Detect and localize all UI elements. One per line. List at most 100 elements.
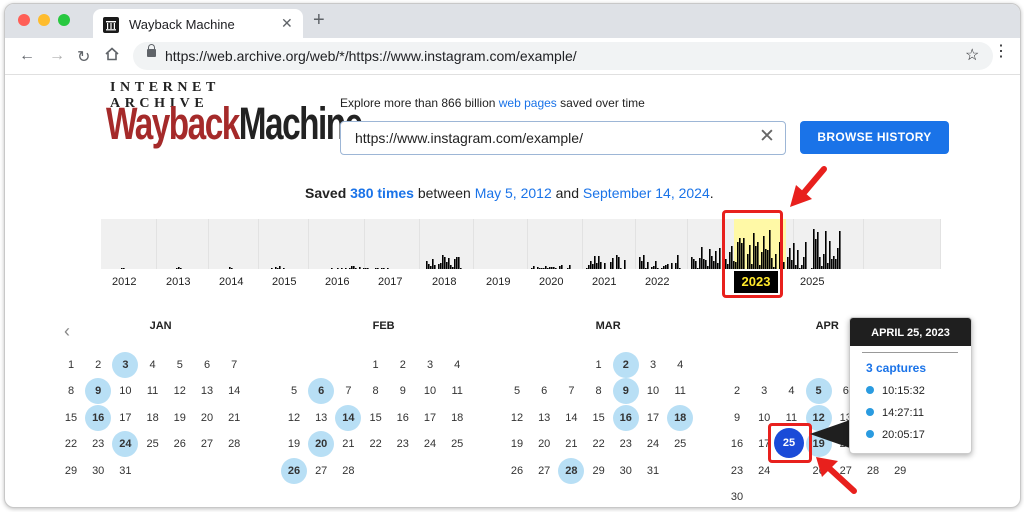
histogram-bar	[789, 248, 791, 269]
histogram-divider	[308, 219, 309, 269]
year-label-2012[interactable]: 2012	[112, 276, 136, 288]
histogram-bar	[693, 259, 695, 269]
calendar-day: 2	[399, 359, 406, 371]
histogram-bar	[801, 265, 803, 269]
reload-icon[interactable]: ↻	[77, 47, 90, 67]
year-label-2014[interactable]: 2014	[219, 276, 243, 288]
forward-icon[interactable]: →	[49, 47, 65, 65]
year-label-2025[interactable]: 2025	[800, 276, 824, 288]
bookmark-star-icon[interactable]: ☆	[965, 45, 979, 65]
histogram-bar	[598, 256, 600, 269]
popup-date: APRIL 25, 2023	[850, 318, 971, 346]
calendar-day: 19	[173, 411, 186, 424]
histogram-bar	[275, 267, 277, 269]
calendar-day: 1	[67, 359, 75, 371]
year-label-2022[interactable]: 2022	[645, 276, 669, 288]
calendar-day-capture[interactable]: 16	[612, 404, 639, 431]
capture-time-link[interactable]: 14:27:11	[866, 407, 924, 419]
calendar-day: 28	[228, 438, 241, 451]
calendar-day-capture[interactable]: 18	[667, 404, 694, 431]
year-label-2018[interactable]: 2018	[432, 276, 456, 288]
year-label-2019[interactable]: 2019	[486, 276, 510, 288]
web-pages-link[interactable]: web pages	[499, 96, 557, 110]
maximize-window-icon[interactable]	[58, 14, 70, 26]
histogram-bar	[799, 268, 801, 269]
calendar-day: 23	[619, 438, 632, 451]
first-capture-link[interactable]: May 5, 2012	[475, 185, 552, 201]
wayback-logo[interactable]: INTERNET ARCHIVE WaybackMachine	[106, 80, 363, 154]
histogram-bar	[359, 267, 361, 269]
year-label-2021[interactable]: 2021	[592, 276, 616, 288]
calendar-day: 19	[287, 438, 301, 451]
histogram-bar	[452, 267, 454, 269]
selected-day-apr-25[interactable]: 25	[774, 428, 804, 458]
calendar-day: 5	[176, 359, 183, 371]
calendar-day-capture[interactable]: 5	[805, 378, 832, 405]
histogram-bar	[446, 262, 448, 269]
year-label-2020[interactable]: 2020	[539, 276, 563, 288]
histogram-bar	[675, 263, 677, 269]
histogram-bar	[123, 268, 125, 269]
histogram-bar	[837, 248, 839, 269]
capture-timeline-histogram[interactable]	[101, 219, 941, 269]
calendar-day: 23	[396, 438, 409, 451]
explore-suffix: saved over time	[556, 96, 645, 110]
home-icon[interactable]	[105, 47, 119, 66]
year-label-2016[interactable]: 2016	[325, 276, 349, 288]
minimize-window-icon[interactable]	[38, 14, 50, 26]
calendar-day-capture[interactable]: 26	[281, 457, 307, 484]
calendar-day: 15	[64, 411, 78, 424]
calendar-day-capture[interactable]: 14	[335, 404, 362, 431]
histogram-bar	[833, 256, 835, 269]
annotation-arrow-icon	[816, 457, 857, 494]
tab-title: Wayback Machine	[129, 17, 235, 32]
histogram-bar	[695, 261, 697, 269]
histogram-bar	[539, 268, 541, 269]
calendar-day: 26	[510, 464, 524, 477]
calendar-day-capture[interactable]: 28	[558, 457, 585, 484]
browse-history-button[interactable]: BROWSE HISTORY	[800, 121, 949, 154]
last-capture-link[interactable]: September 14, 2024	[583, 185, 710, 201]
calendar-day: 31	[646, 464, 660, 477]
capture-count-link[interactable]: 380 times	[350, 185, 414, 201]
histogram-bar	[699, 258, 701, 269]
month-title-apr: APR	[815, 320, 839, 332]
calendar-day-capture[interactable]: 16	[85, 404, 112, 431]
capture-time-link[interactable]: 10:15:32	[866, 385, 925, 397]
histogram-bar	[277, 268, 279, 269]
histogram-divider	[527, 219, 528, 269]
histogram-bar	[612, 258, 614, 269]
explore-text: Explore more than 866 billion web pages …	[340, 96, 645, 110]
histogram-bar	[691, 257, 693, 269]
url-search-input[interactable]: https://www.instagram.com/example/ ✕	[340, 121, 786, 155]
calendar-day: 1	[595, 359, 602, 371]
calendar-day-capture[interactable]: 9	[612, 378, 639, 405]
histogram-bar	[620, 268, 622, 269]
year-label-2013[interactable]: 2013	[166, 276, 190, 288]
close-window-icon[interactable]	[18, 14, 30, 26]
tab-wayback[interactable]: Wayback Machine ✕	[93, 9, 303, 39]
calendar-day: 14	[565, 411, 578, 424]
back-icon[interactable]: ←	[19, 47, 35, 65]
histogram-bar	[819, 257, 821, 269]
calendar-day: 8	[372, 385, 379, 398]
histogram-bar	[551, 267, 553, 269]
previous-year-icon[interactable]: ‹	[64, 321, 70, 342]
capture-time-link[interactable]: 20:05:17	[866, 429, 925, 441]
histogram-bar	[717, 263, 719, 269]
histogram-bar	[434, 265, 436, 269]
address-bar[interactable]: https://web.archive.org/web/*/https://ww…	[133, 42, 993, 70]
histogram-bar	[705, 260, 707, 269]
year-label-2015[interactable]: 2015	[272, 276, 296, 288]
tab-close-icon[interactable]: ✕	[281, 15, 293, 32]
calendar-day-capture[interactable]: 2	[612, 352, 639, 378]
histogram-bar	[697, 268, 699, 269]
clear-icon[interactable]: ✕	[759, 125, 775, 148]
popup-divider	[862, 352, 958, 353]
new-tab-icon[interactable]: +	[313, 9, 325, 32]
calendar-day: 10	[119, 385, 132, 398]
browser-menu-icon[interactable]: ⋮	[993, 41, 1009, 61]
popup-captures-count: 3 captures	[866, 361, 927, 375]
year-label-2017[interactable]: 2017	[378, 276, 402, 288]
histogram-bar	[448, 258, 450, 269]
